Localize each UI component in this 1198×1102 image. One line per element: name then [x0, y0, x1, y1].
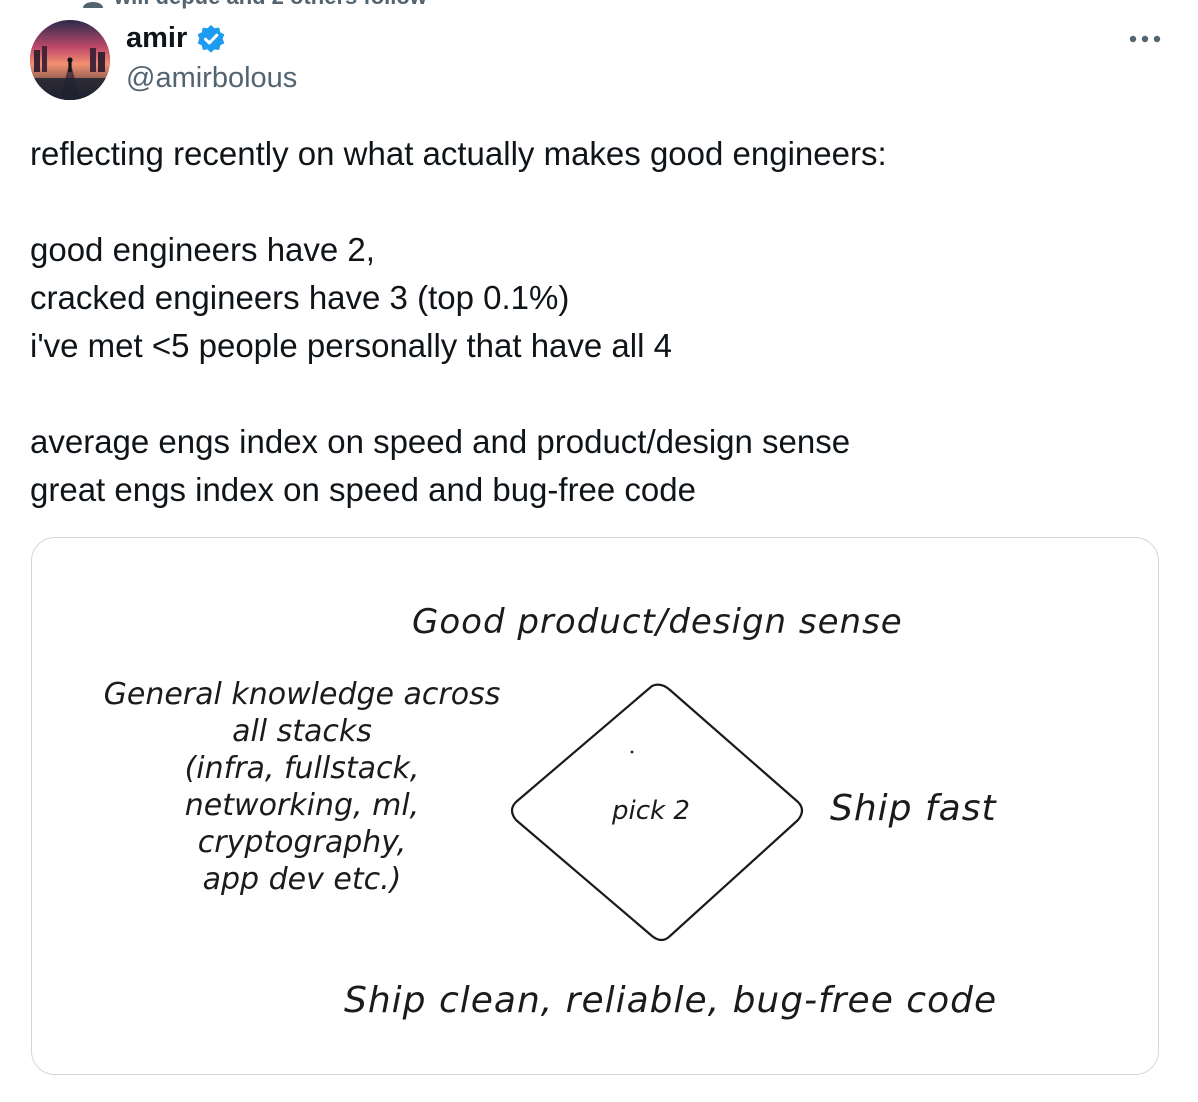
- diagram-left-label-line: (infra, fullstack,: [184, 751, 420, 786]
- user-handle[interactable]: @amirbolous: [126, 62, 297, 95]
- diagram-left-label-line: app dev etc.): [202, 862, 402, 897]
- tweet-line: great engs index on speed and bug-free c…: [30, 471, 696, 508]
- diagram-left-label-line: General knowledge across: [103, 677, 501, 712]
- tweet-line: reflecting recently on what actually mak…: [30, 135, 887, 172]
- social-context[interactable]: will depue and 2 others follow: [82, 0, 427, 10]
- diagram-top-label: Good product/design sense: [412, 602, 903, 642]
- diagram-center-label: pick 2: [612, 796, 690, 826]
- verified-badge-icon[interactable]: [195, 23, 227, 55]
- tweet-container: will depue and 2 others follow am: [0, 0, 1198, 1102]
- diagram-bottom-label: Ship clean, reliable, bug-free code: [344, 980, 998, 1021]
- tweet-line: [30, 370, 1160, 418]
- tweet-line: i've met <5 people personally that have …: [30, 327, 672, 364]
- social-context-text: will depue and 2 others follow: [114, 0, 427, 10]
- tweet-line: [30, 178, 1160, 226]
- diagram-left-label-line: all stacks: [232, 714, 372, 749]
- diagram-left-label-line: networking, ml,: [184, 788, 420, 823]
- diagram-left-label: General knowledge across all stacks (inf…: [72, 676, 532, 898]
- more-horizontal-icon: [1129, 35, 1161, 43]
- tweet-media-image[interactable]: Good product/design sense General knowle…: [31, 537, 1159, 1075]
- diagram-right-label: Ship fast: [830, 788, 997, 829]
- tweet-text: reflecting recently on what actually mak…: [30, 130, 1160, 514]
- tweet-line: good engineers have 2,: [30, 231, 375, 268]
- tweet-line: cracked engineers have 3 (top 0.1%): [30, 279, 570, 316]
- tweet-line: average engs index on speed and product/…: [30, 423, 851, 460]
- more-options-button[interactable]: [1122, 24, 1168, 54]
- avatar[interactable]: [30, 20, 110, 100]
- avatar-image: [30, 20, 110, 100]
- display-name[interactable]: amir: [126, 22, 187, 55]
- person-icon: [82, 0, 104, 8]
- diagram-left-label-line: cryptography,: [197, 825, 407, 860]
